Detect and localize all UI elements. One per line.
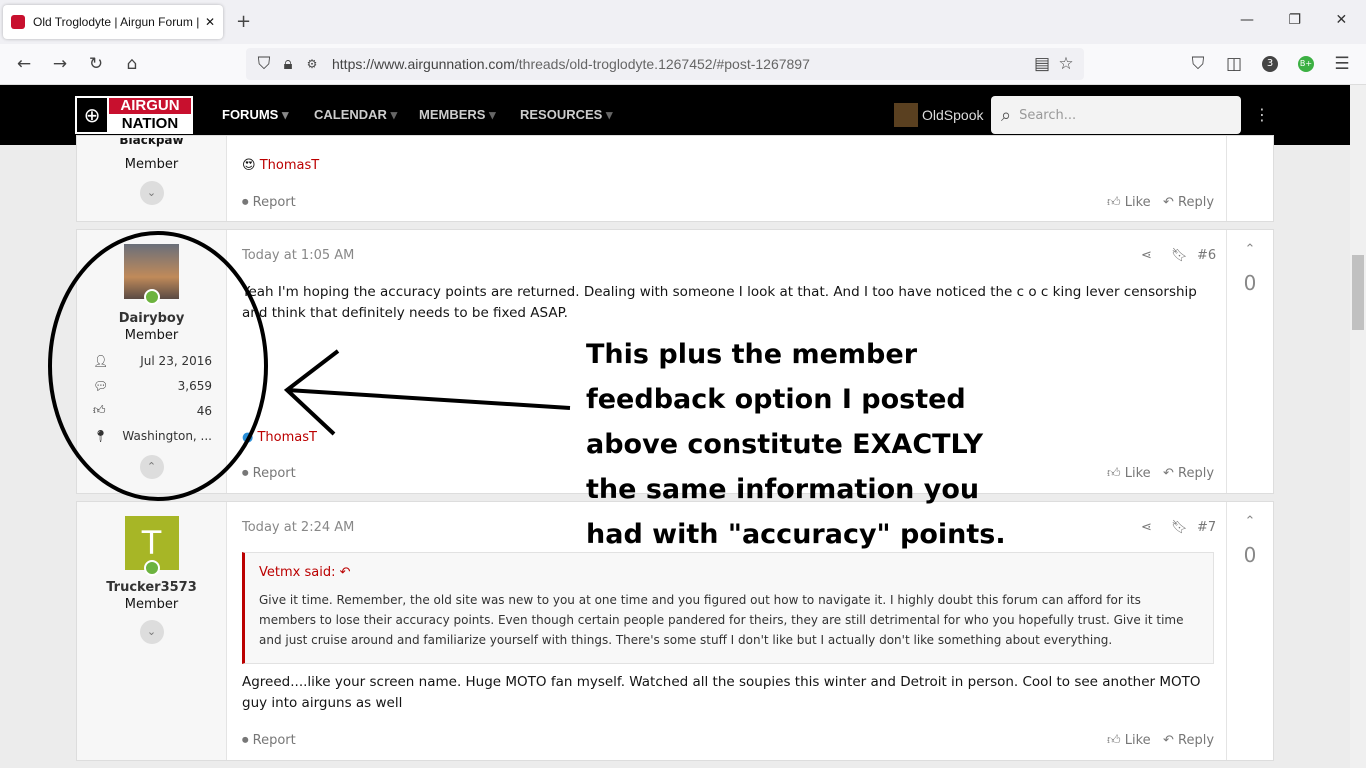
annotation-circle (48, 231, 268, 501)
scrollbar[interactable] (1350, 85, 1366, 768)
annotation-text: This plus the member feedback option I po… (586, 339, 1006, 550)
annotation-arrow (283, 349, 571, 436)
scrollbar-thumb[interactable] (1352, 255, 1364, 330)
